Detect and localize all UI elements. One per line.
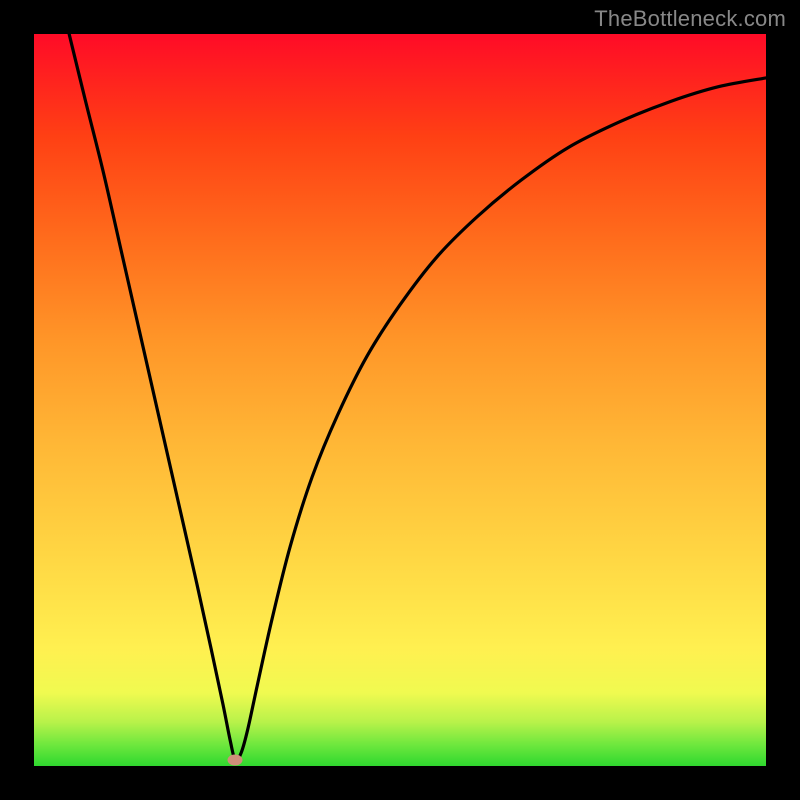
plot-area [34,34,766,766]
chart-frame: TheBottleneck.com [0,0,800,800]
curve-path [69,34,766,761]
watermark-text: TheBottleneck.com [594,6,786,32]
bottleneck-curve [34,34,766,766]
optimum-marker [228,755,243,766]
